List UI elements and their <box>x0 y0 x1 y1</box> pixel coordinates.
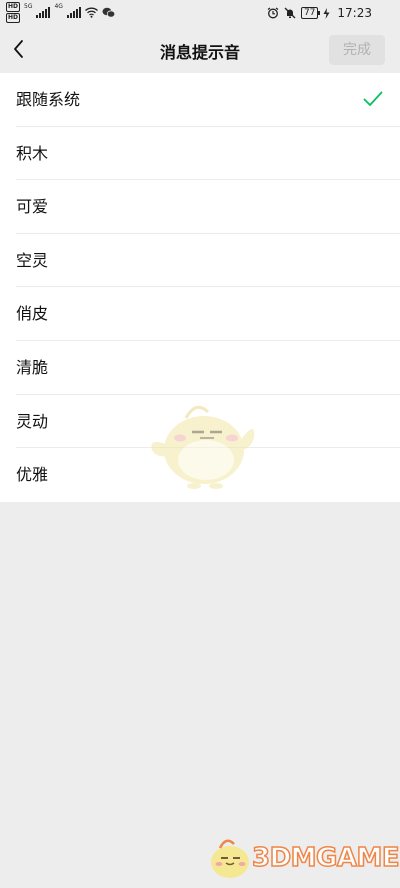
sound-item-label: 跟随系统 <box>16 90 81 109</box>
cellular-signal-icon <box>36 7 51 18</box>
sound-item-follow-system[interactable]: 跟随系统 <box>0 73 400 127</box>
hd-badge-2: HD <box>6 13 21 23</box>
hd-badge-1: HD <box>6 2 21 12</box>
sound-item-label: 灵动 <box>16 411 49 431</box>
charging-icon <box>323 7 330 19</box>
sound-item-crisp[interactable]: 清脆 <box>0 341 400 395</box>
header-bar: 消息提示音 完成 <box>0 26 400 72</box>
sound-item-label: 清脆 <box>16 357 49 377</box>
wechat-icon <box>102 7 115 18</box>
sound-item-label: 积木 <box>16 143 49 163</box>
status-time: 17:23 <box>337 6 372 20</box>
check-icon <box>363 91 383 106</box>
network-label-1: 5G <box>24 3 33 10</box>
network-label-2: 4G <box>54 3 63 10</box>
watermark-mascot-icon <box>151 405 255 489</box>
status-bar: HD HD 5G 4G 77 17:23 <box>0 0 400 26</box>
watermark-logo: 3DMGAME <box>206 836 400 882</box>
sound-item-playful[interactable]: 俏皮 <box>0 287 400 341</box>
sound-item-building-blocks[interactable]: 积木 <box>0 127 400 181</box>
done-button[interactable]: 完成 <box>329 35 385 65</box>
logo-text: 3DMGAME <box>251 842 400 874</box>
battery-icon: 77 <box>300 7 321 19</box>
sound-item-cute[interactable]: 可爱 <box>0 180 400 234</box>
mute-bell-icon <box>284 7 296 19</box>
sound-item-label: 俏皮 <box>16 304 49 324</box>
status-right: 77 17:23 <box>267 6 372 20</box>
cellular-signal-icon-2 <box>66 7 81 18</box>
sound-item-label: 优雅 <box>16 465 49 485</box>
alarm-icon <box>267 7 279 19</box>
logo-mascot-icon <box>211 839 249 878</box>
sound-item-ethereal[interactable]: 空灵 <box>0 234 400 288</box>
sound-item-label: 空灵 <box>16 250 49 270</box>
wifi-icon <box>85 7 98 18</box>
status-left: HD HD 5G 4G <box>6 2 115 23</box>
sound-item-label: 可爱 <box>16 197 49 217</box>
hd-badges: HD HD <box>6 2 21 23</box>
